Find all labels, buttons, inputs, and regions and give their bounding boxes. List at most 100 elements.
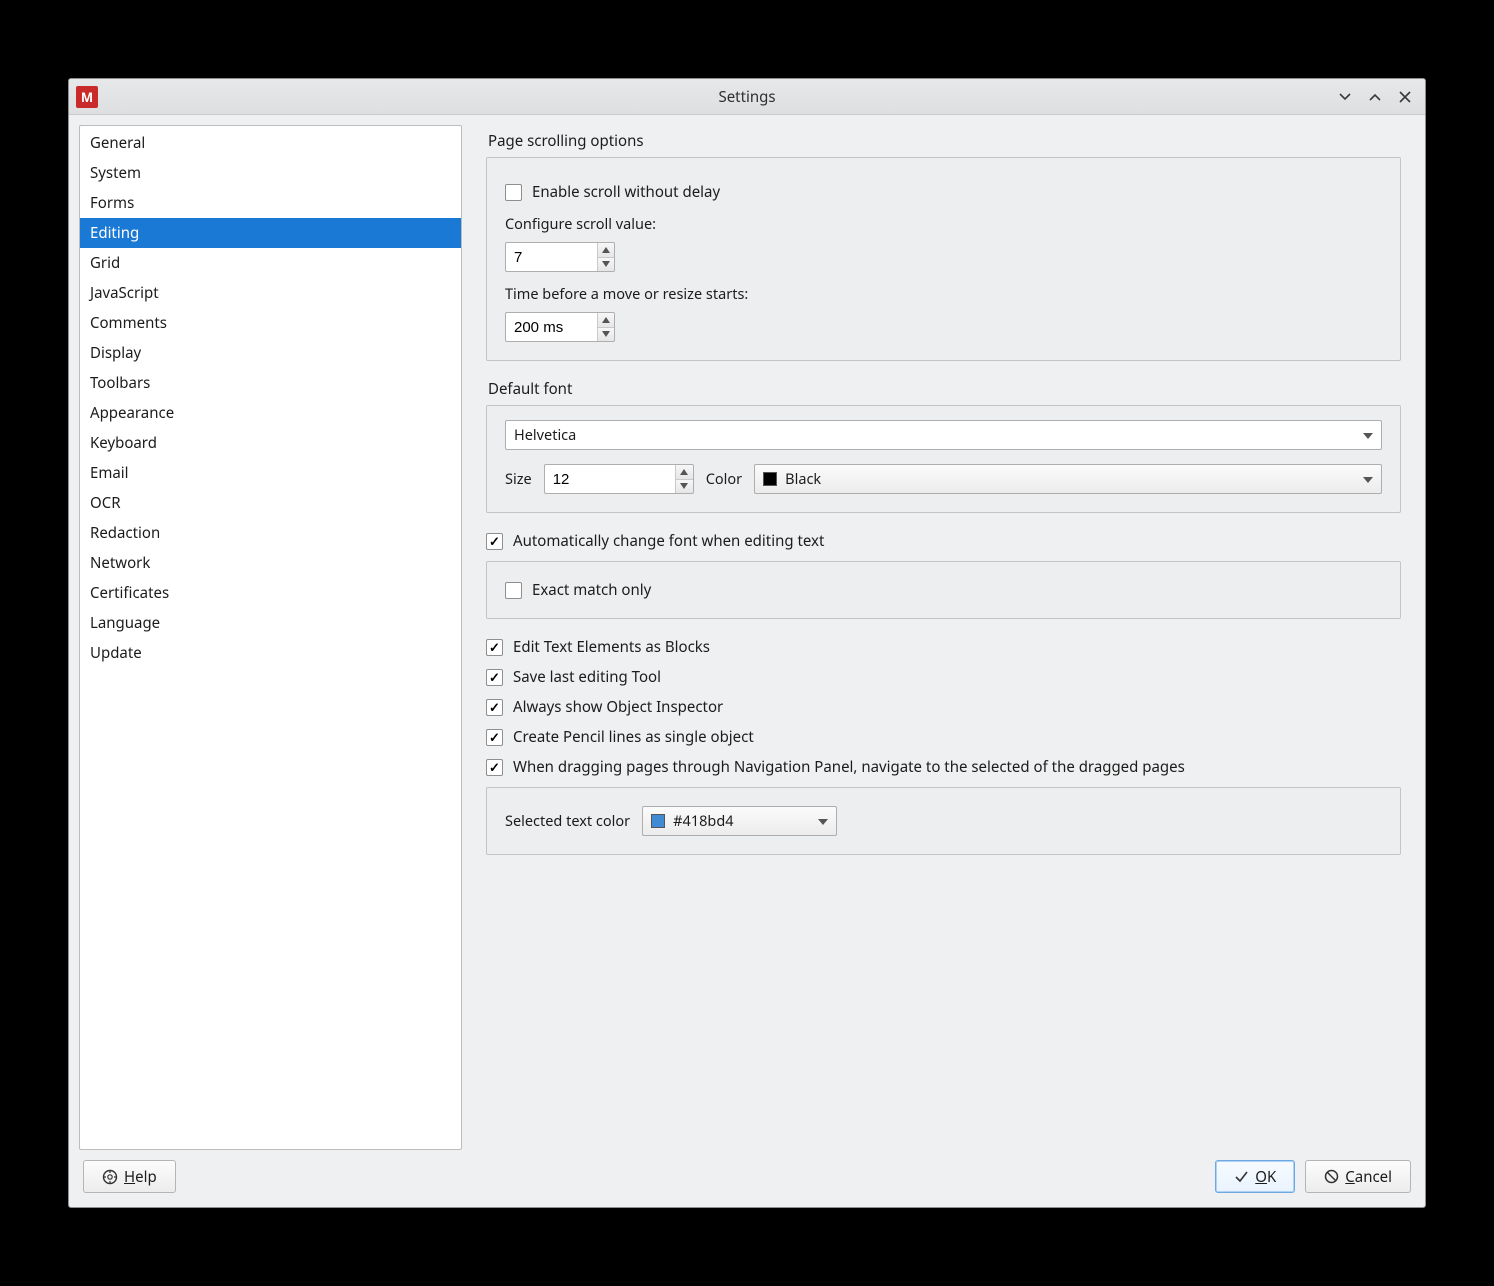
help-icon: [102, 1169, 118, 1185]
dialog-footer: Help OK Cancel: [69, 1150, 1425, 1207]
app-icon: [76, 86, 98, 108]
input-font-size[interactable]: [545, 465, 676, 493]
combo-font-name[interactable]: Helvetica: [505, 420, 1382, 450]
ok-button[interactable]: OK: [1215, 1160, 1295, 1193]
cancel-button[interactable]: Cancel: [1305, 1160, 1411, 1193]
color-swatch: [651, 814, 665, 828]
sidebar-item-comments[interactable]: Comments: [80, 308, 461, 338]
sidebar-item-toolbars[interactable]: Toolbars: [80, 368, 461, 398]
sidebar-item-editing[interactable]: Editing: [80, 218, 461, 248]
section-scrolling-label: Page scrolling options: [488, 131, 1401, 151]
checkbox-edit-blocks[interactable]: [486, 639, 503, 656]
combo-font-name-value: Helvetica: [514, 425, 576, 445]
spin-scroll-value[interactable]: [505, 242, 615, 272]
label-selected-text-color: Selected text color: [505, 811, 630, 831]
settings-dialog: Settings General System Forms Editing Gr…: [68, 78, 1426, 1208]
close-icon: [1398, 90, 1412, 104]
spin-buttons: [675, 465, 692, 493]
cancel-icon: [1324, 1169, 1339, 1184]
label-edit-blocks: Edit Text Elements as Blocks: [513, 637, 710, 657]
label-font-size: Size: [505, 469, 532, 489]
combo-font-color-value: Black: [785, 469, 821, 489]
ok-button-label: OK: [1255, 1167, 1276, 1187]
spin-up[interactable]: [598, 243, 614, 258]
sidebar-item-network[interactable]: Network: [80, 548, 461, 578]
input-time-before[interactable]: [506, 313, 597, 341]
sidebar-item-javascript[interactable]: JavaScript: [80, 278, 461, 308]
chevron-down-icon: [1338, 90, 1352, 104]
window-buttons: [1335, 87, 1425, 107]
chevron-down-icon: [1363, 425, 1373, 445]
checkbox-save-tool[interactable]: [486, 669, 503, 686]
spin-down[interactable]: [598, 328, 614, 342]
section-font-label: Default font: [488, 379, 1401, 399]
spin-down[interactable]: [676, 480, 692, 494]
minimize-button[interactable]: [1335, 87, 1355, 107]
category-sidebar: General System Forms Editing Grid JavaSc…: [79, 125, 462, 1150]
spin-buttons: [597, 243, 614, 271]
combo-font-color[interactable]: Black: [754, 464, 1382, 494]
row-enable-scroll: Enable scroll without delay: [505, 182, 1382, 202]
sidebar-item-redaction[interactable]: Redaction: [80, 518, 461, 548]
chevron-up-icon: [1368, 90, 1382, 104]
titlebar: Settings: [69, 79, 1425, 115]
label-object-inspector: Always show Object Inspector: [513, 697, 723, 717]
sidebar-item-system[interactable]: System: [80, 158, 461, 188]
sidebar-item-display[interactable]: Display: [80, 338, 461, 368]
input-scroll-value[interactable]: [506, 243, 597, 271]
checkbox-auto-change-font[interactable]: [486, 533, 503, 550]
checkbox-object-inspector[interactable]: [486, 699, 503, 716]
row-pencil-single: Create Pencil lines as single object: [486, 727, 1401, 747]
checkbox-drag-navigate[interactable]: [486, 759, 503, 776]
spin-font-size[interactable]: [544, 464, 694, 494]
sidebar-item-certificates[interactable]: Certificates: [80, 578, 461, 608]
row-edit-blocks: Edit Text Elements as Blocks: [486, 637, 1401, 657]
sidebar-item-ocr[interactable]: OCR: [80, 488, 461, 518]
spin-time-before[interactable]: [505, 312, 615, 342]
groupbox-scrolling: Enable scroll without delay Configure sc…: [486, 157, 1401, 361]
settings-content: Page scrolling options Enable scroll wit…: [462, 125, 1415, 1150]
label-exact-match: Exact match only: [532, 580, 651, 600]
spin-down[interactable]: [598, 258, 614, 272]
row-object-inspector: Always show Object Inspector: [486, 697, 1401, 717]
sidebar-item-keyboard[interactable]: Keyboard: [80, 428, 461, 458]
label-save-tool: Save last editing Tool: [513, 667, 661, 687]
combo-selected-text-color[interactable]: #418bd4: [642, 806, 837, 836]
row-auto-change-font: Automatically change font when editing t…: [486, 531, 1401, 551]
groupbox-font: Helvetica Size Color Bla: [486, 405, 1401, 513]
sidebar-item-grid[interactable]: Grid: [80, 248, 461, 278]
sidebar-item-language[interactable]: Language: [80, 608, 461, 638]
row-exact-match: Exact match only: [505, 580, 1382, 600]
row-drag-navigate: When dragging pages through Navigation P…: [486, 757, 1401, 777]
close-button[interactable]: [1395, 87, 1415, 107]
sidebar-item-general[interactable]: General: [80, 128, 461, 158]
sidebar-item-forms[interactable]: Forms: [80, 188, 461, 218]
help-button[interactable]: Help: [83, 1160, 176, 1193]
help-button-label: Help: [124, 1167, 157, 1187]
label-font-color: Color: [706, 469, 742, 489]
label-pencil-single: Create Pencil lines as single object: [513, 727, 754, 747]
sidebar-item-appearance[interactable]: Appearance: [80, 398, 461, 428]
check-icon: [1234, 1169, 1249, 1184]
checkbox-exact-match[interactable]: [505, 582, 522, 599]
checkbox-pencil-single[interactable]: [486, 729, 503, 746]
spin-up[interactable]: [676, 465, 692, 480]
sidebar-item-email[interactable]: Email: [80, 458, 461, 488]
sidebar-item-update[interactable]: Update: [80, 638, 461, 668]
label-auto-change-font: Automatically change font when editing t…: [513, 531, 824, 551]
maximize-button[interactable]: [1365, 87, 1385, 107]
label-time-before: Time before a move or resize starts:: [505, 284, 1382, 304]
label-configure-scroll: Configure scroll value:: [505, 214, 1382, 234]
chevron-down-icon: [818, 811, 828, 831]
window-title: Settings: [69, 87, 1425, 107]
dialog-body: General System Forms Editing Grid JavaSc…: [69, 115, 1425, 1150]
cancel-button-label: Cancel: [1345, 1167, 1392, 1187]
groupbox-selected-color: Selected text color #418bd4: [486, 787, 1401, 855]
label-enable-scroll: Enable scroll without delay: [532, 182, 720, 202]
chevron-down-icon: [1363, 469, 1373, 489]
groupbox-exact-match: Exact match only: [486, 561, 1401, 619]
combo-selected-color-value: #418bd4: [673, 811, 733, 831]
spin-up[interactable]: [598, 313, 614, 328]
checkbox-enable-scroll[interactable]: [505, 184, 522, 201]
spin-buttons: [597, 313, 614, 341]
